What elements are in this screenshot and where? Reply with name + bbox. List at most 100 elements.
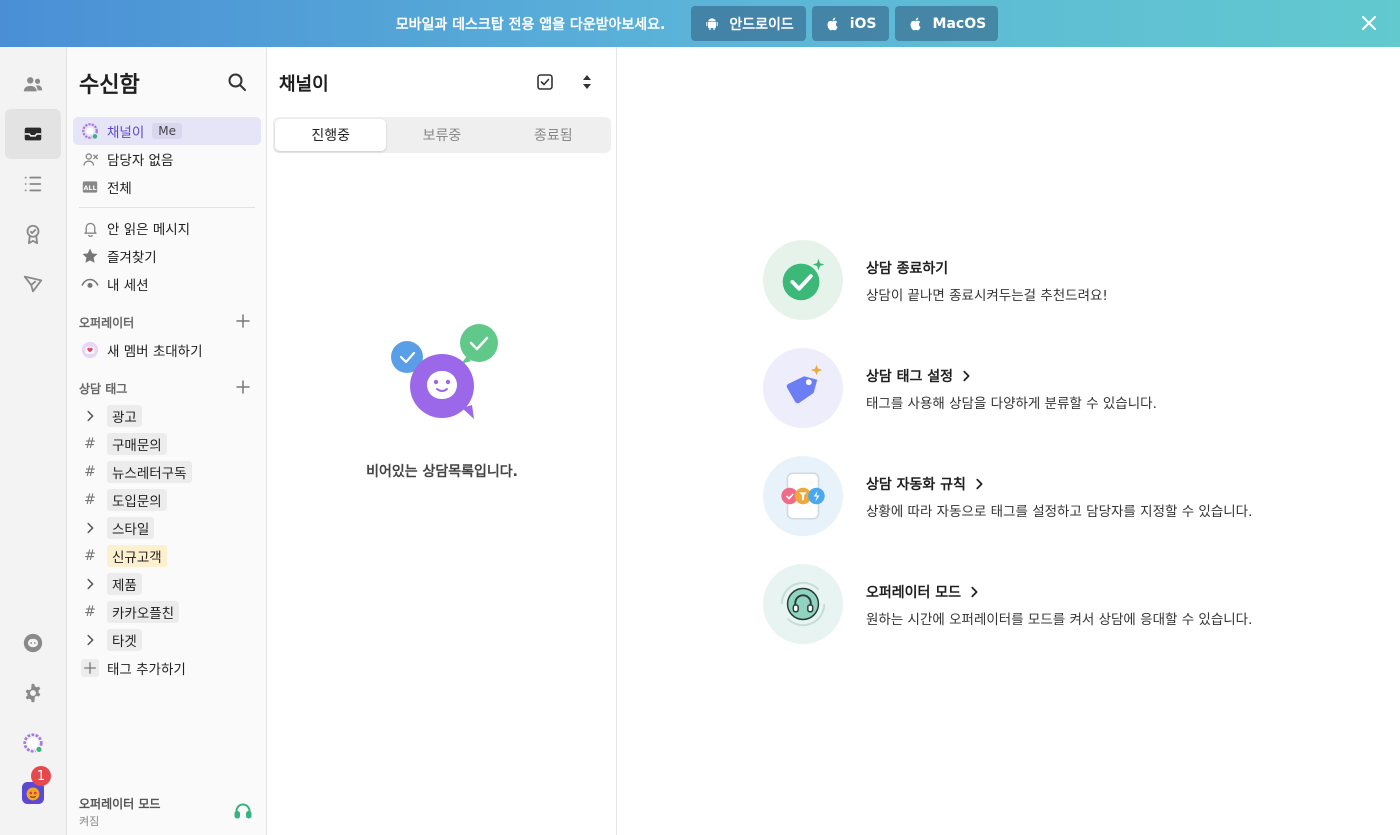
tag-item[interactable]: # 뉴스레터구독	[73, 458, 261, 486]
feature-operator-mode[interactable]: 오퍼레이터 모드 원하는 시간에 오퍼레이터를 모드를 켜서 상담에 응대할 수…	[763, 564, 1323, 644]
bell-icon	[81, 219, 99, 237]
android-download-button[interactable]: 안드로이드	[691, 6, 806, 41]
feature-tag-settings[interactable]: 상담 태그 설정 태그를 사용해 상담을 다양하게 분류할 수 있습니다.	[763, 348, 1323, 428]
select-mode-button[interactable]	[536, 73, 554, 91]
automation-icon	[763, 456, 843, 536]
notification-badge: 1	[31, 766, 51, 786]
tag-item[interactable]: # 신규고객	[73, 542, 261, 570]
feature-automation-rules[interactable]: 상담 자동화 규칙 상황에 따라 자동으로 태그를 설정하고 담당자를 지정할 …	[763, 456, 1323, 536]
feature-title[interactable]: 오퍼레이터 모드	[866, 582, 981, 602]
users-icon	[23, 77, 43, 92]
tab-on-hold[interactable]: 보류중	[386, 119, 497, 151]
sidebar-item-my-sessions[interactable]: 내 세션	[73, 270, 261, 298]
tag-item[interactable]: 제품	[73, 570, 261, 598]
rail-contacts[interactable]	[5, 59, 61, 109]
hash-icon: #	[84, 548, 96, 564]
apple-icon	[907, 15, 925, 33]
add-tag-button[interactable]: 태그 추가하기	[73, 654, 261, 682]
tag-item[interactable]: # 도입문의	[73, 486, 261, 514]
tags-section-title: 상담 태그	[79, 382, 128, 396]
sidebar-item-channel[interactable]: 채널이 Me	[73, 117, 261, 145]
tag-item[interactable]: # 구매문의	[73, 430, 261, 458]
chevron-right-icon[interactable]	[81, 575, 99, 593]
invite-member-button[interactable]: 새 멤버 초대하기	[73, 336, 261, 364]
operator-mode-title: 오퍼레이터 모드	[79, 797, 161, 811]
rail-chat[interactable]	[5, 618, 61, 668]
sidebar-item-label: 내 세션	[107, 278, 149, 294]
star-icon	[81, 247, 99, 265]
sidebar-item-unassigned[interactable]: 담당자 없음	[73, 145, 261, 173]
invite-member-label: 새 멤버 초대하기	[107, 344, 203, 360]
hash-icon: #	[84, 604, 96, 620]
rail-send[interactable]	[5, 259, 61, 309]
android-label: 안드로이드	[729, 16, 794, 33]
sidebar-item-label: 즐겨찾기	[107, 250, 157, 266]
hash-icon: #	[84, 436, 96, 452]
feature-description: 상담이 끝나면 종료시켜두는걸 추천드려요!	[866, 288, 1108, 304]
sidebar-item-favorites[interactable]: 즐겨찾기	[73, 242, 261, 270]
tag-item[interactable]: # 카카오플친	[73, 598, 261, 626]
inbox-sidebar: 수신함 채널이 Me 담당자 없음 ALL 전체 안 읽은 메시지 즐겨찾기 내…	[67, 47, 267, 835]
headset-icon	[763, 564, 843, 644]
chevron-right-icon[interactable]	[81, 519, 99, 537]
add-tag-label: 태그 추가하기	[107, 662, 186, 678]
feature-title[interactable]: 상담 태그 설정	[866, 366, 973, 386]
tag-label: 스타일	[107, 517, 155, 539]
sort-icon	[583, 75, 591, 89]
rail-channel-avatar[interactable]	[5, 718, 61, 768]
user-unassigned-icon	[81, 150, 99, 168]
sidebar-item-all[interactable]: ALL 전체	[73, 173, 261, 201]
check-circle-icon	[763, 240, 843, 320]
heart-envelope-icon	[81, 341, 99, 359]
sort-button[interactable]	[579, 73, 595, 91]
main-content: 상담 종료하기 상담이 끝나면 종료시켜두는걸 추천드려요! 상담 태그 설정 …	[617, 47, 1400, 835]
add-operator-button[interactable]	[235, 313, 251, 329]
checkbox-icon	[537, 74, 553, 90]
chat-list-title: 채널이	[279, 74, 329, 95]
android-icon	[703, 15, 721, 33]
chevron-right-icon	[971, 586, 978, 598]
gear-icon	[25, 683, 41, 703]
tab-closed[interactable]: 종료됨	[498, 119, 609, 151]
macos-label: MacOS	[932, 15, 987, 32]
chevron-right-icon[interactable]	[81, 407, 99, 425]
award-icon	[26, 224, 40, 245]
send-icon	[23, 275, 43, 293]
ios-download-button[interactable]: iOS	[811, 6, 889, 41]
sidebar-item-unread[interactable]: 안 읽은 메시지	[73, 214, 261, 242]
rail-badge[interactable]	[5, 209, 61, 259]
tag-item[interactable]: 광고	[73, 402, 261, 430]
search-icon	[228, 73, 246, 91]
operator-mode-status: 켜짐	[79, 815, 100, 828]
me-badge: Me	[152, 123, 183, 139]
tag-label: 타겟	[107, 629, 142, 651]
tag-icon	[763, 348, 843, 428]
tag-item[interactable]: 스타일	[73, 514, 261, 542]
channel-avatar-icon	[23, 733, 43, 754]
inbox-icon	[24, 127, 42, 141]
operators-section-title: 오퍼레이터	[79, 316, 135, 330]
add-tag-plus-button[interactable]	[235, 379, 251, 395]
tag-label: 신규고객	[107, 545, 167, 567]
headset-icon	[234, 803, 252, 819]
rail-list[interactable]	[5, 159, 61, 209]
tag-item[interactable]: 타겟	[73, 626, 261, 654]
rail-inbox[interactable]	[5, 109, 61, 159]
eye-icon	[81, 275, 99, 293]
sidebar-search-button[interactable]	[227, 72, 247, 92]
chevron-right-icon	[976, 478, 983, 490]
banner-text: 모바일과 데스크탑 전용 앱을 다운받아보세요.	[395, 16, 666, 33]
chevron-right-icon[interactable]	[81, 631, 99, 649]
status-tabs: 진행중 보류중 종료됨	[273, 117, 611, 153]
macos-download-button[interactable]: MacOS	[894, 6, 999, 41]
list-icon	[24, 176, 42, 192]
feature-title[interactable]: 상담 자동화 규칙	[866, 474, 986, 494]
rail-user-avatar[interactable]: 1	[5, 766, 61, 818]
rail-settings[interactable]	[5, 668, 61, 718]
plus-icon	[236, 380, 250, 394]
plus-icon	[81, 659, 99, 677]
operator-mode-toggle[interactable]	[233, 801, 253, 821]
sidebar-item-label: 안 읽은 메시지	[107, 222, 191, 238]
close-banner-button[interactable]	[1360, 14, 1378, 32]
tab-in-progress[interactable]: 진행중	[275, 119, 387, 151]
